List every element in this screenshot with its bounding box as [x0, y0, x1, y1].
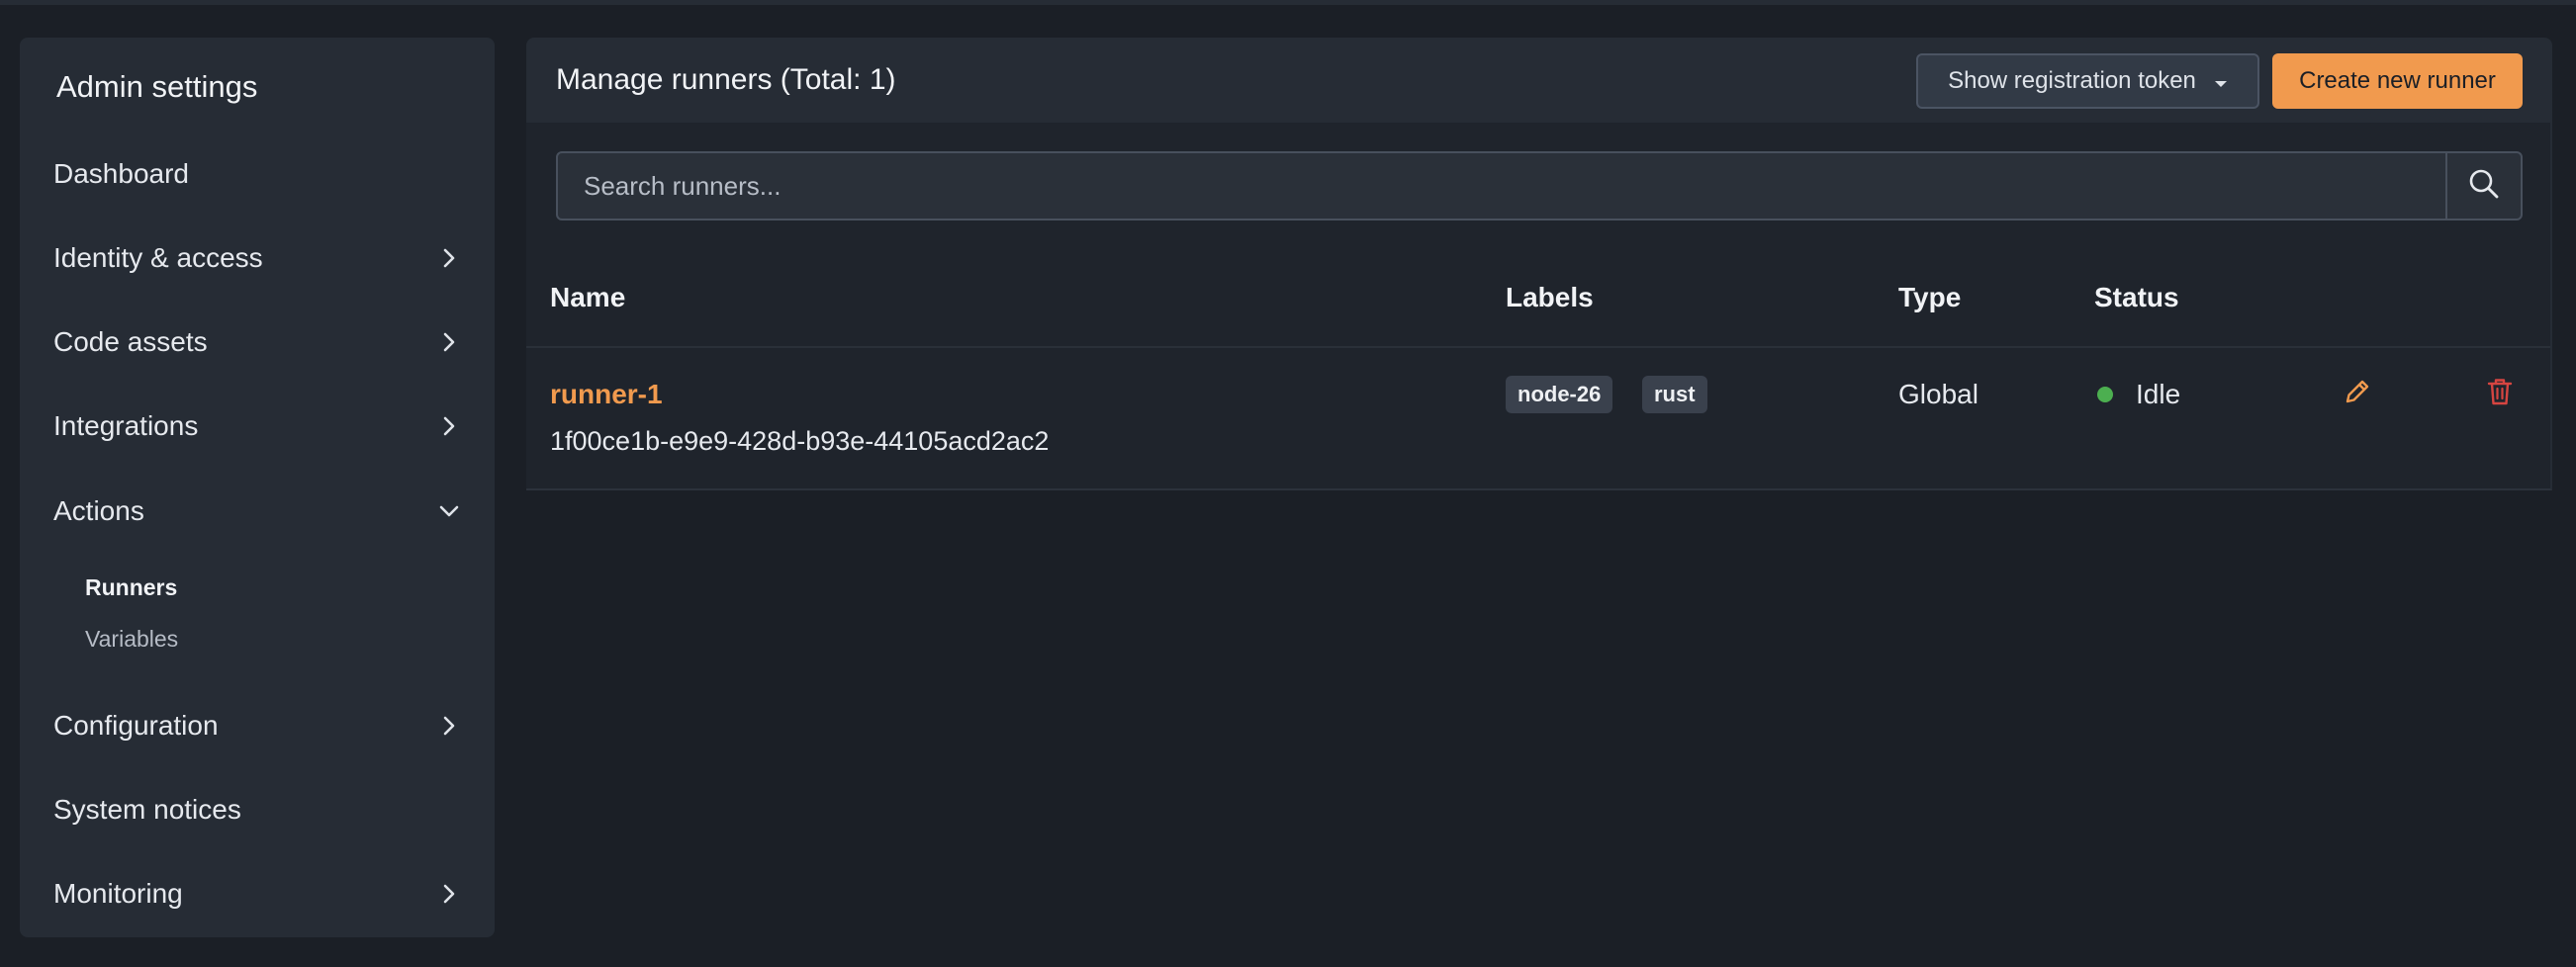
edit-runner-button[interactable]: [2338, 374, 2377, 413]
admin-sidebar: Admin settings Dashboard Identity & acce…: [20, 38, 495, 937]
column-header-labels: Labels: [1506, 282, 1594, 312]
sidebar-item-label: Integrations: [53, 410, 199, 441]
label-badge: rust: [1642, 376, 1707, 413]
sidebar-item-label: Dashboard: [53, 158, 189, 189]
chevron-right-icon: [425, 715, 473, 737]
sidebar-title: Admin settings: [56, 69, 258, 104]
sidebar-item-label: Code assets: [53, 326, 208, 357]
delete-runner-button[interactable]: [2480, 374, 2520, 413]
column-header-status: Status: [2094, 282, 2179, 312]
button-label: Show registration token: [1948, 67, 2196, 94]
show-registration-token-button[interactable]: Show registration token: [1916, 53, 2259, 109]
column-header-type: Type: [1898, 282, 1962, 312]
caret-down-icon: [2214, 67, 2228, 95]
chevron-right-icon: [425, 247, 473, 269]
table-divider: [526, 346, 2550, 348]
sidebar-item-label: Monitoring: [53, 878, 183, 909]
trash-icon: [2485, 376, 2515, 412]
chevron-right-icon: [425, 883, 473, 905]
sidebar-item-actions[interactable]: Actions: [20, 480, 495, 543]
search-bar: [556, 151, 2523, 220]
sidebar-item-label: System notices: [53, 794, 241, 825]
sidebar-item-configuration[interactable]: Configuration: [20, 694, 495, 757]
chevron-down-icon: [425, 504, 473, 518]
runners-header: Manage runners (Total: 1) Show registrat…: [526, 38, 2552, 123]
chevron-right-icon: [425, 331, 473, 353]
sidebar-subitem-variables[interactable]: Variables: [85, 625, 178, 653]
sidebar-item-label: Actions: [53, 495, 144, 526]
top-border: [0, 0, 2576, 5]
status-badge: Idle: [2136, 379, 2181, 409]
column-header-name: Name: [550, 282, 626, 312]
sidebar-item-code-assets[interactable]: Code assets: [20, 310, 495, 374]
sidebar-item-integrations[interactable]: Integrations: [20, 395, 495, 458]
chevron-right-icon: [425, 415, 473, 437]
runner-name-link[interactable]: runner-1: [550, 378, 663, 411]
edit-icon: [2342, 376, 2373, 412]
page-title: Manage runners (Total: 1): [556, 63, 896, 96]
search-input[interactable]: [558, 153, 2445, 219]
sidebar-subitem-runners[interactable]: Runners: [85, 573, 177, 601]
sidebar-item-dashboard[interactable]: Dashboard: [20, 142, 495, 206]
runner-type: Global: [1898, 379, 1978, 409]
search-button[interactable]: [2445, 153, 2521, 219]
button-label: Create new runner: [2299, 67, 2496, 94]
sidebar-item-label: Identity & access: [53, 242, 263, 273]
status-dot-icon: [2097, 387, 2113, 402]
runner-id: 1f00ce1b-e9e9-428d-b93e-44105acd2ac2: [550, 426, 1050, 456]
sidebar-item-label: Configuration: [53, 710, 219, 741]
sidebar-item-monitoring[interactable]: Monitoring: [20, 862, 495, 925]
sidebar-item-identity-access[interactable]: Identity & access: [20, 226, 495, 290]
label-badge: node-26: [1506, 376, 1613, 413]
sidebar-item-system-notices[interactable]: System notices: [20, 778, 495, 841]
search-icon: [2468, 168, 2500, 205]
runners-panel: Name Labels Type Status runner-1 1f00ce1…: [526, 123, 2552, 490]
create-new-runner-button[interactable]: Create new runner: [2272, 53, 2523, 109]
